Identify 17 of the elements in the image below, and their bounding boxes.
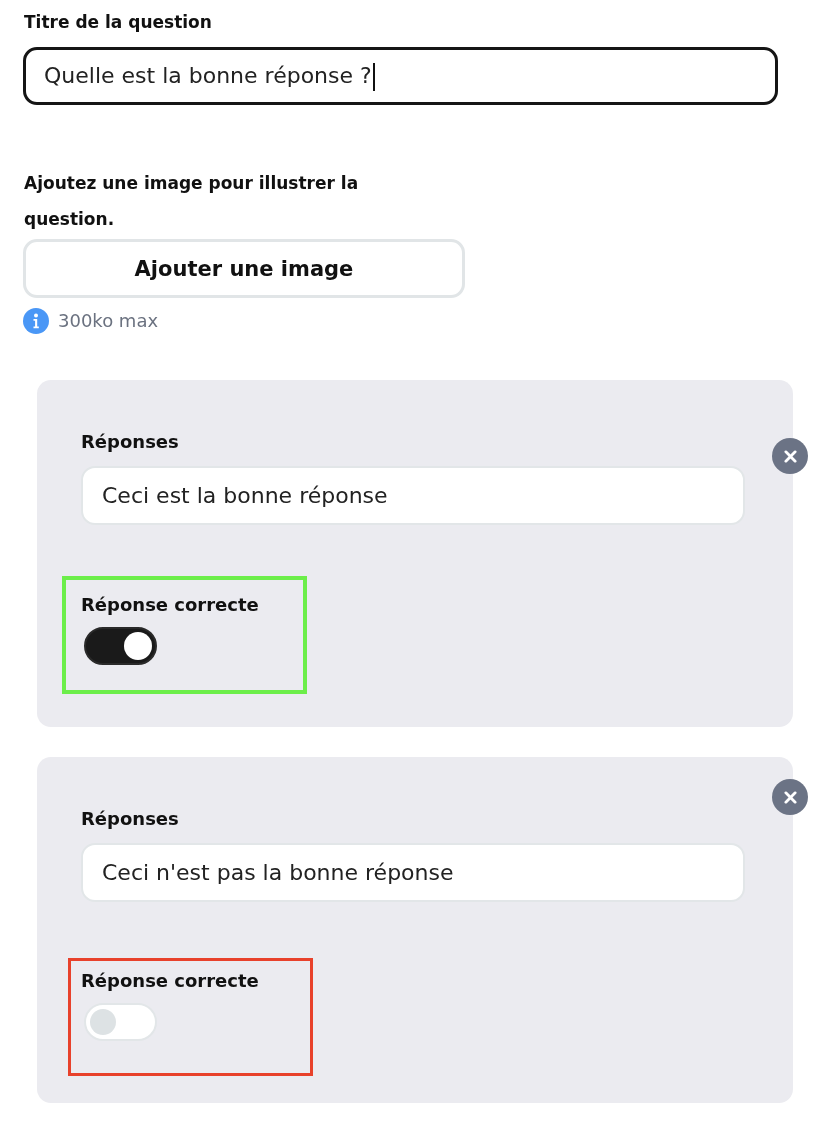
answer-input[interactable]: Ceci est la bonne réponse	[81, 466, 745, 525]
remove-answer-button[interactable]	[772, 779, 808, 815]
image-instruction: Ajoutez une image pour illustrer la question.	[24, 172, 360, 231]
answer-label: Réponses	[81, 807, 179, 831]
close-icon	[783, 449, 797, 463]
close-icon	[783, 790, 797, 804]
info-icon	[23, 308, 49, 334]
remove-answer-button[interactable]	[772, 438, 808, 474]
field-label: Titre de la question	[24, 11, 212, 34]
add-image-button[interactable]: Ajouter une image	[23, 239, 465, 298]
size-hint: 300ko max	[58, 309, 159, 333]
title-input[interactable]: Quelle est la bonne réponse ?	[23, 47, 778, 105]
correct-label: Réponse correcte	[81, 969, 259, 993]
toggle-switch[interactable]	[84, 627, 157, 665]
answer-label: Réponses	[81, 430, 179, 454]
correct-label: Réponse correcte	[81, 593, 259, 617]
answer-input[interactable]: Ceci n'est pas la bonne réponse	[81, 843, 745, 902]
